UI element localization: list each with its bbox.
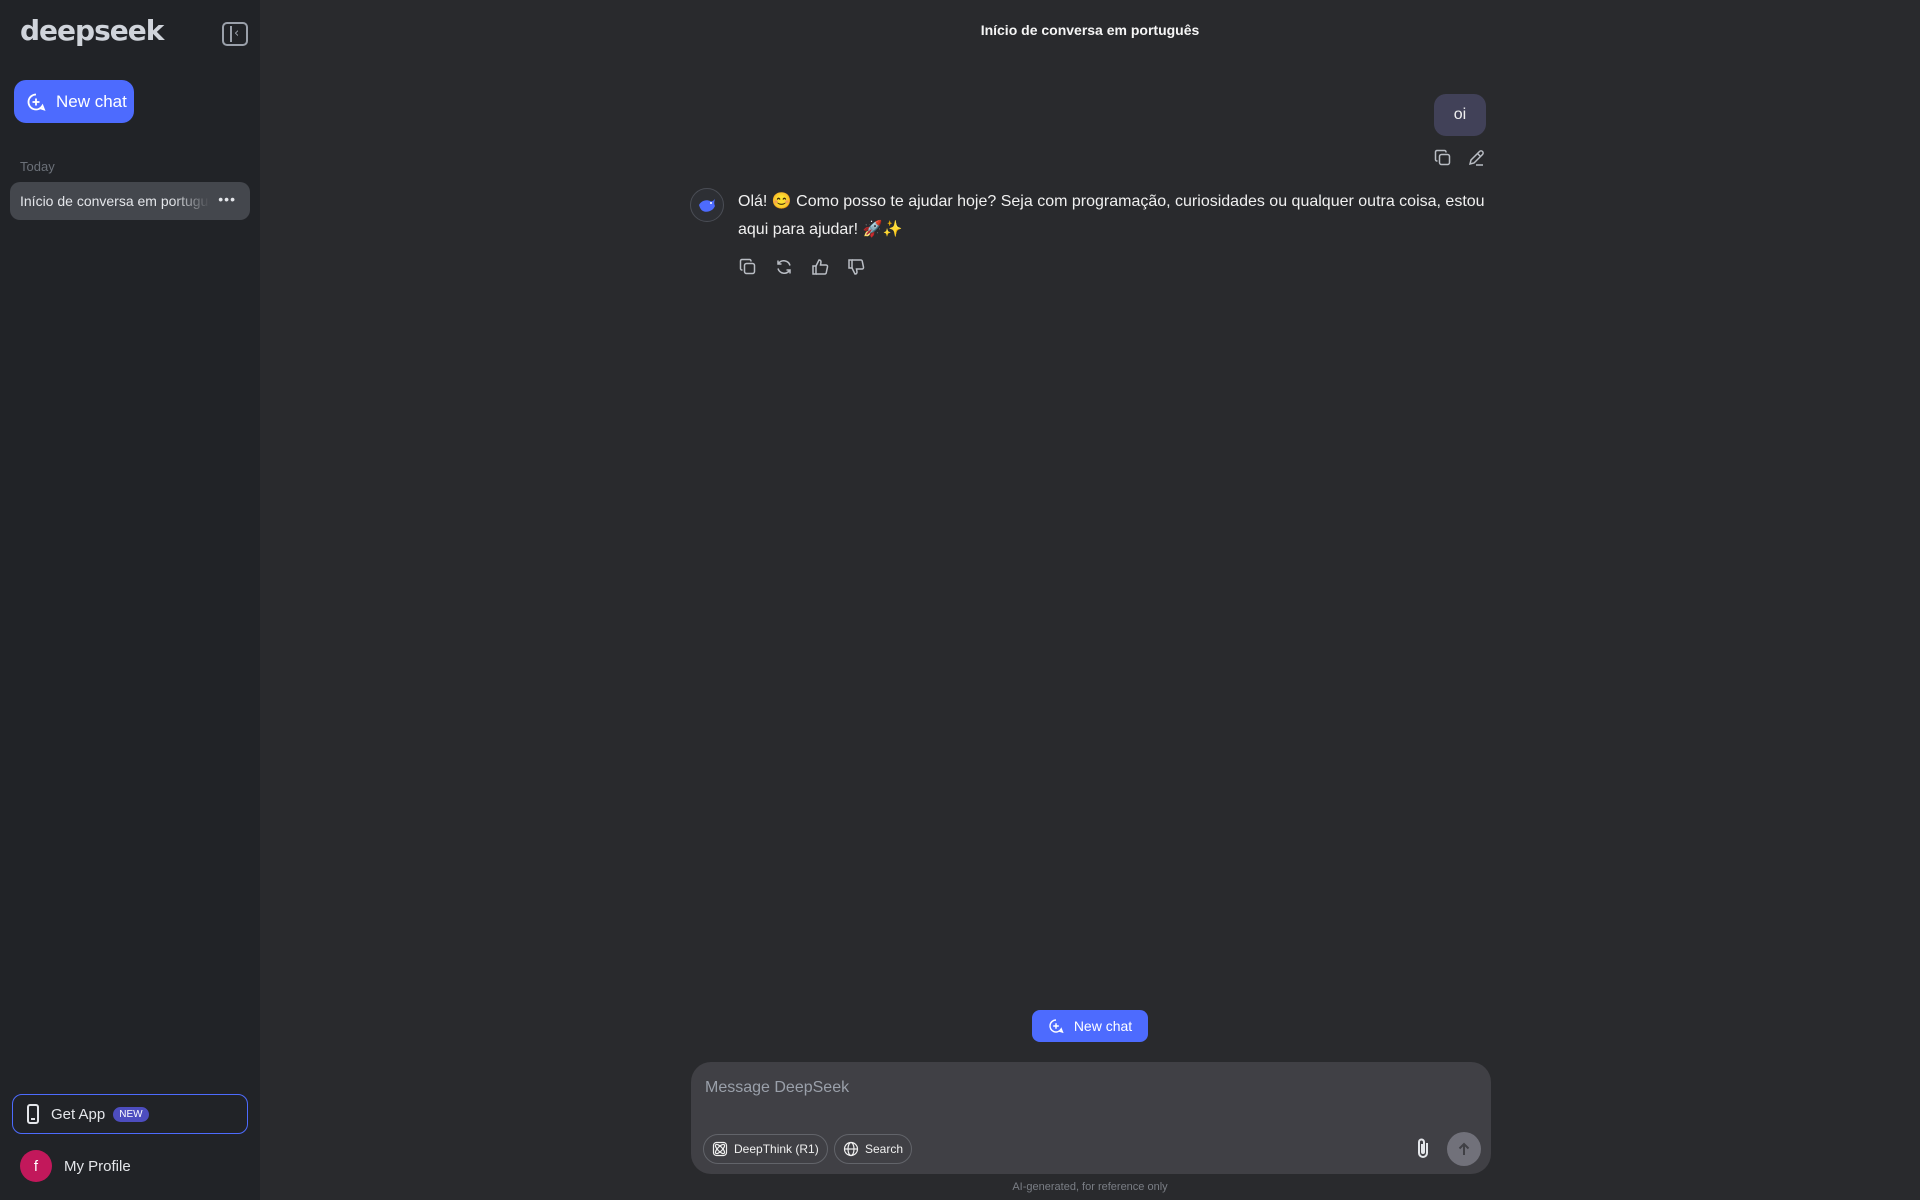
thumbs-up-icon[interactable] (809, 256, 831, 278)
thumbs-down-icon[interactable] (845, 256, 867, 278)
atom-icon (712, 1141, 728, 1157)
deepseek-whale-icon (690, 188, 724, 222)
copy-icon[interactable] (1432, 147, 1454, 169)
more-icon[interactable]: ••• (218, 191, 236, 207)
get-app-button[interactable]: Get App NEW (12, 1094, 248, 1134)
deepthink-label: DeepThink (R1) (734, 1142, 819, 1156)
search-button[interactable]: Search (834, 1134, 913, 1164)
arrow-up-icon (1458, 1142, 1470, 1155)
deepthink-button[interactable]: DeepThink (R1) (703, 1134, 828, 1164)
section-label-today: Today (20, 159, 55, 174)
profile-button[interactable]: f My Profile (20, 1150, 131, 1182)
message-input[interactable] (705, 1074, 1465, 1102)
chat-title: Início de conversa em português (980, 22, 1200, 38)
chat-area: Início de conversa em português oi Olá! … (260, 0, 1920, 1200)
paperclip-icon[interactable] (1411, 1136, 1435, 1162)
history-item-title: Início de conversa em português (20, 193, 210, 209)
edit-icon[interactable] (1465, 147, 1487, 169)
user-message: oi (1434, 94, 1486, 136)
regenerate-icon[interactable] (773, 256, 795, 278)
collapse-sidebar-icon[interactable]: ‹ (222, 22, 248, 46)
send-button[interactable] (1447, 1132, 1481, 1166)
new-chat-icon (1049, 1019, 1064, 1034)
new-badge: NEW (113, 1106, 149, 1122)
search-label: Search (865, 1142, 904, 1156)
sidebar-header: deepseek ‹ (0, 0, 260, 64)
floating-new-chat-label: New chat (1073, 1018, 1133, 1034)
globe-icon (843, 1141, 859, 1157)
sidebar: deepseek ‹ New chat Today Início de conv… (0, 0, 260, 1200)
phone-icon (27, 1104, 39, 1124)
history-item[interactable]: Início de conversa em português ••• (10, 182, 250, 220)
avatar: f (20, 1150, 52, 1182)
disclaimer: AI-generated, for reference only (1012, 1181, 1168, 1193)
new-chat-button[interactable]: New chat (14, 80, 134, 123)
profile-label: My Profile (64, 1157, 131, 1175)
message-composer: DeepThink (R1) Search (691, 1062, 1491, 1174)
assistant-message: Olá! 😊 Como posso te ajudar hoje? Seja c… (738, 193, 1485, 238)
deepseek-logo: deepseek (20, 14, 164, 47)
copy-icon[interactable] (737, 256, 759, 278)
floating-new-chat-button[interactable]: New chat (1032, 1010, 1148, 1042)
get-app-label: Get App (51, 1105, 106, 1123)
new-chat-label: New chat (56, 91, 127, 111)
new-chat-icon (26, 92, 46, 112)
